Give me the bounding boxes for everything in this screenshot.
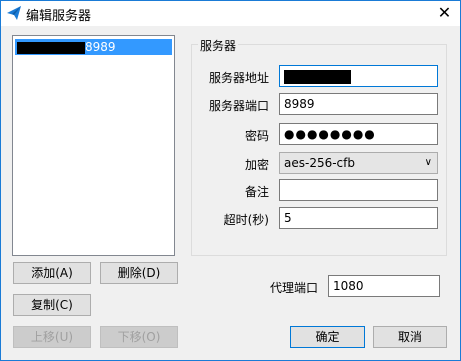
close-icon: ✕ <box>437 3 452 22</box>
cancel-button[interactable]: 取消 <box>373 326 447 348</box>
encryption-value: aes-256-cfb <box>284 156 355 170</box>
server-port-label: 服务器端口 <box>208 99 269 113</box>
copy-button[interactable]: 复制(C) <box>13 294 91 316</box>
encryption-select[interactable]: aes-256-cfb ∨ <box>279 152 438 174</box>
redacted-text <box>17 41 85 54</box>
server-list[interactable]: 8989 <box>12 35 175 256</box>
remarks-label: 备注 <box>244 185 269 199</box>
timeout-field[interactable]: 5 <box>279 207 438 229</box>
password-field[interactable]: ●●●●●●●● <box>279 123 438 145</box>
password-value: ●●●●●●●● <box>284 127 376 141</box>
move-up-button[interactable]: 上移(U) <box>13 326 91 348</box>
delete-button[interactable]: 删除(D) <box>100 262 178 284</box>
proxy-port-label: 代理端口 <box>269 281 318 295</box>
ok-button[interactable]: 确定 <box>290 326 365 348</box>
server-group-title: 服务器 <box>198 37 239 54</box>
server-port-field[interactable]: 8989 <box>279 93 438 115</box>
close-button[interactable]: ✕ <box>428 0 461 26</box>
redacted-text <box>284 69 351 84</box>
remarks-field[interactable] <box>279 179 438 201</box>
password-label: 密码 <box>244 129 269 143</box>
add-button[interactable]: 添加(A) <box>13 262 91 284</box>
paper-plane-icon <box>7 6 21 20</box>
encryption-label: 加密 <box>244 158 269 172</box>
title-bar: 编辑服务器 ✕ <box>0 0 461 26</box>
list-item[interactable]: 8989 <box>15 39 172 55</box>
window-title: 编辑服务器 <box>26 9 92 24</box>
list-item-label: 8989 <box>85 40 116 54</box>
proxy-port-field[interactable]: 1080 <box>328 275 440 297</box>
server-address-field[interactable] <box>279 65 438 87</box>
server-address-label: 服务器地址 <box>208 71 269 85</box>
timeout-label: 超时(秒) <box>223 213 269 227</box>
move-down-button[interactable]: 下移(O) <box>100 326 178 348</box>
chevron-down-icon: ∨ <box>424 157 432 168</box>
